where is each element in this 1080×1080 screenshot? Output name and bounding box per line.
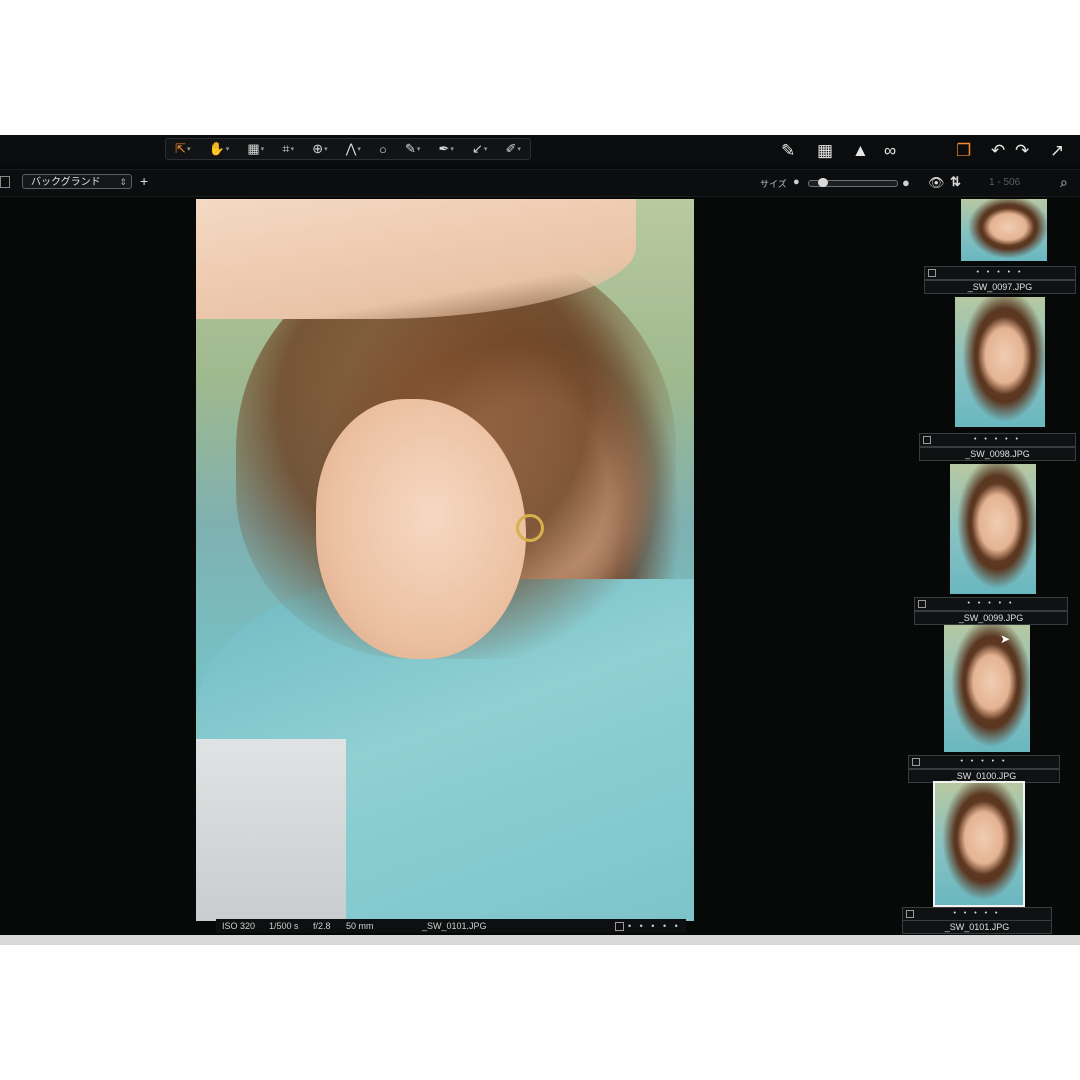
thumbnail-filename: _SW_0098.JPG xyxy=(919,447,1076,461)
thumbnail-rating-row: • • • • • xyxy=(919,433,1076,447)
thumbnail-rating[interactable]: • • • • • xyxy=(976,269,1023,276)
warning-icon[interactable]: ▲ xyxy=(852,141,869,161)
rotate-tool-glyph: ⊕ xyxy=(312,141,324,156)
chevron-down-icon: ▾ xyxy=(416,146,421,153)
select-tool-glyph: ⇱ xyxy=(175,141,186,156)
thumbnail-rating-row: • • • • • xyxy=(914,597,1068,611)
chevron-down-icon: ▾ xyxy=(517,146,521,153)
layer-tool-icon[interactable]: ▦ ▾ xyxy=(247,141,264,157)
thumbnail-image[interactable] xyxy=(961,199,1047,261)
person-large-icon: ● xyxy=(902,175,910,190)
thumbnail-image[interactable] xyxy=(944,625,1030,752)
spot-tool-icon[interactable]: ○ xyxy=(379,142,387,157)
chevron-down-icon: ▾ xyxy=(186,146,191,153)
capture-app-window: ⇱ ▾ ✋ ▾ ▦ ▾ ⌗ ▾ ⊕ ▾ ⋀ ▾ ○ ✎ ▾ ✒ ▾ ↙ ▾ ✐ ▾ ✎ ▦ ▲ ∞ ❐ ↶ ↷ ↗ バックグランド ⇕… xyxy=(0,135,1080,945)
aperture-value: f/2.8 xyxy=(313,921,331,931)
image-range-label: 1 - 506 xyxy=(989,177,1021,188)
chevron-updown-icon: ⇕ xyxy=(119,177,127,187)
redo-icon[interactable]: ↷ xyxy=(1015,141,1029,161)
thumbnail-rating-row: • • • • • xyxy=(924,266,1076,280)
thumbnail-image[interactable] xyxy=(933,781,1025,907)
panel-toggle-icon[interactable] xyxy=(0,176,10,188)
focal-length-value: 50 mm xyxy=(346,921,374,931)
viewer-filename: _SW_0101.JPG xyxy=(422,921,487,931)
shutter-value: 1/500 s xyxy=(269,921,299,931)
mouse-cursor-icon: ➤ xyxy=(1000,632,1011,646)
add-layer-button[interactable]: + xyxy=(140,173,148,189)
thumbnail-filename: _SW_0101.JPG xyxy=(902,920,1052,934)
slider-knob[interactable] xyxy=(818,178,829,187)
thumbnail-checkbox[interactable] xyxy=(912,758,920,766)
size-label: サイズ xyxy=(760,179,787,189)
layers-icon[interactable]: ❐ xyxy=(956,141,971,161)
chevron-down-icon: ▾ xyxy=(290,146,295,153)
grid-icon[interactable]: ▦ xyxy=(817,141,833,161)
thumbnail-rating-row: • • • • • xyxy=(908,755,1060,769)
keystone-tool-icon[interactable]: ⋀ ▾ xyxy=(346,141,361,157)
chevron-down-icon: ▾ xyxy=(483,146,488,153)
sort-icon[interactable]: ⇅ xyxy=(950,174,961,190)
chevron-down-icon: ▾ xyxy=(357,146,361,153)
undo-icon[interactable]: ↶ xyxy=(991,141,1005,161)
viewer-rating[interactable]: • • • • • xyxy=(628,919,681,933)
thumbnail-checkbox[interactable] xyxy=(928,269,936,277)
search-icon[interactable]: ⌕ xyxy=(1060,174,1068,191)
tool-group: ⇱ ▾ ✋ ▾ ▦ ▾ ⌗ ▾ ⊕ ▾ ⋀ ▾ ○ ✎ ▾ ✒ ▾ ↙ ▾ ✐ ▾ xyxy=(165,138,531,160)
layer-tool-glyph: ▦ xyxy=(247,141,260,156)
pan-tool-glyph: ✋ xyxy=(208,141,225,156)
viewer-info-bar: ISO 320 1/500 s f/2.8 50 mm _SW_0101.JPG… xyxy=(216,919,686,933)
chevron-down-icon: ▾ xyxy=(225,146,230,153)
secondary-toolbar: バックグランド ⇕ + サイズ ● ● 👁 ⇅ 1 - 506 ⌕ xyxy=(0,169,1080,197)
crop-tool-icon[interactable]: ⌗ ▾ xyxy=(282,141,294,157)
select-tool-icon[interactable]: ⇱ ▾ xyxy=(175,141,190,157)
thumbnail-rating[interactable]: • • • • • xyxy=(953,910,1000,917)
thumbnail-size-slider[interactable] xyxy=(808,178,898,187)
chevron-down-icon: ▾ xyxy=(450,146,454,153)
layer-select-value: バックグランド xyxy=(31,177,101,188)
photo-earring xyxy=(516,514,544,542)
top-toolbar: ⇱ ▾ ✋ ▾ ▦ ▾ ⌗ ▾ ⊕ ▾ ⋀ ▾ ○ ✎ ▾ ✒ ▾ ↙ ▾ ✐ ▾ ✎ ▦ ▲ ∞ ❐ ↶ ↷ ↗ xyxy=(0,135,1080,167)
chevron-down-icon: ▾ xyxy=(260,146,265,153)
thumbnail-image[interactable] xyxy=(950,464,1036,594)
arrow-tool-glyph: ↙ xyxy=(471,141,483,156)
monitor-bezel xyxy=(0,935,1080,945)
thumbnail-checkbox[interactable] xyxy=(923,436,931,444)
glasses-icon[interactable]: ∞ xyxy=(884,141,896,161)
viewer-select-checkbox[interactable] xyxy=(615,922,624,931)
brush-tool-icon[interactable]: ✎ ▾ xyxy=(405,141,420,157)
picker-tool-icon[interactable]: ✒ ▾ xyxy=(438,141,453,157)
brush-tool-glyph: ✎ xyxy=(404,141,416,156)
layer-select[interactable]: バックグランド ⇕ xyxy=(22,174,132,189)
thumbnail-checkbox[interactable] xyxy=(906,910,914,918)
keystone-tool-glyph: ⋀ xyxy=(345,141,357,156)
eraser-tool-glyph: ✐ xyxy=(505,141,517,156)
export-icon[interactable]: ↗ xyxy=(1050,141,1064,161)
pan-tool-icon[interactable]: ✋ ▾ xyxy=(209,141,230,157)
thumbnail-rating-row: • • • • • xyxy=(902,907,1052,921)
thumbnail-image[interactable] xyxy=(955,297,1045,427)
thumbnail-filename: _SW_0097.JPG xyxy=(924,280,1076,294)
eye-icon[interactable]: 👁 xyxy=(928,175,945,191)
eraser-tool-icon[interactable]: ✐ ▾ xyxy=(506,141,521,157)
thumbnail-rating[interactable]: • • • • • xyxy=(960,758,1007,765)
rotate-tool-icon[interactable]: ⊕ ▾ xyxy=(312,141,327,157)
edit-icon[interactable]: ✎ xyxy=(781,141,795,161)
picker-tool-glyph: ✒ xyxy=(438,141,450,156)
iso-value: ISO 320 xyxy=(222,921,256,931)
spot-tool-glyph: ○ xyxy=(379,141,387,157)
photo-floor-region xyxy=(196,739,346,921)
thumbnail-rating[interactable]: • • • • • xyxy=(974,436,1021,443)
person-small-icon: ● xyxy=(793,176,800,188)
chevron-down-icon: ▾ xyxy=(324,146,328,153)
thumbnail-rating[interactable]: • • • • • xyxy=(967,600,1014,607)
crop-tool-glyph: ⌗ xyxy=(282,141,290,156)
thumbnail-checkbox[interactable] xyxy=(918,600,926,608)
arrow-tool-icon[interactable]: ↙ ▾ xyxy=(472,141,487,157)
thumbnail-filename: _SW_0099.JPG xyxy=(914,611,1068,625)
main-viewer-image[interactable] xyxy=(196,199,694,921)
